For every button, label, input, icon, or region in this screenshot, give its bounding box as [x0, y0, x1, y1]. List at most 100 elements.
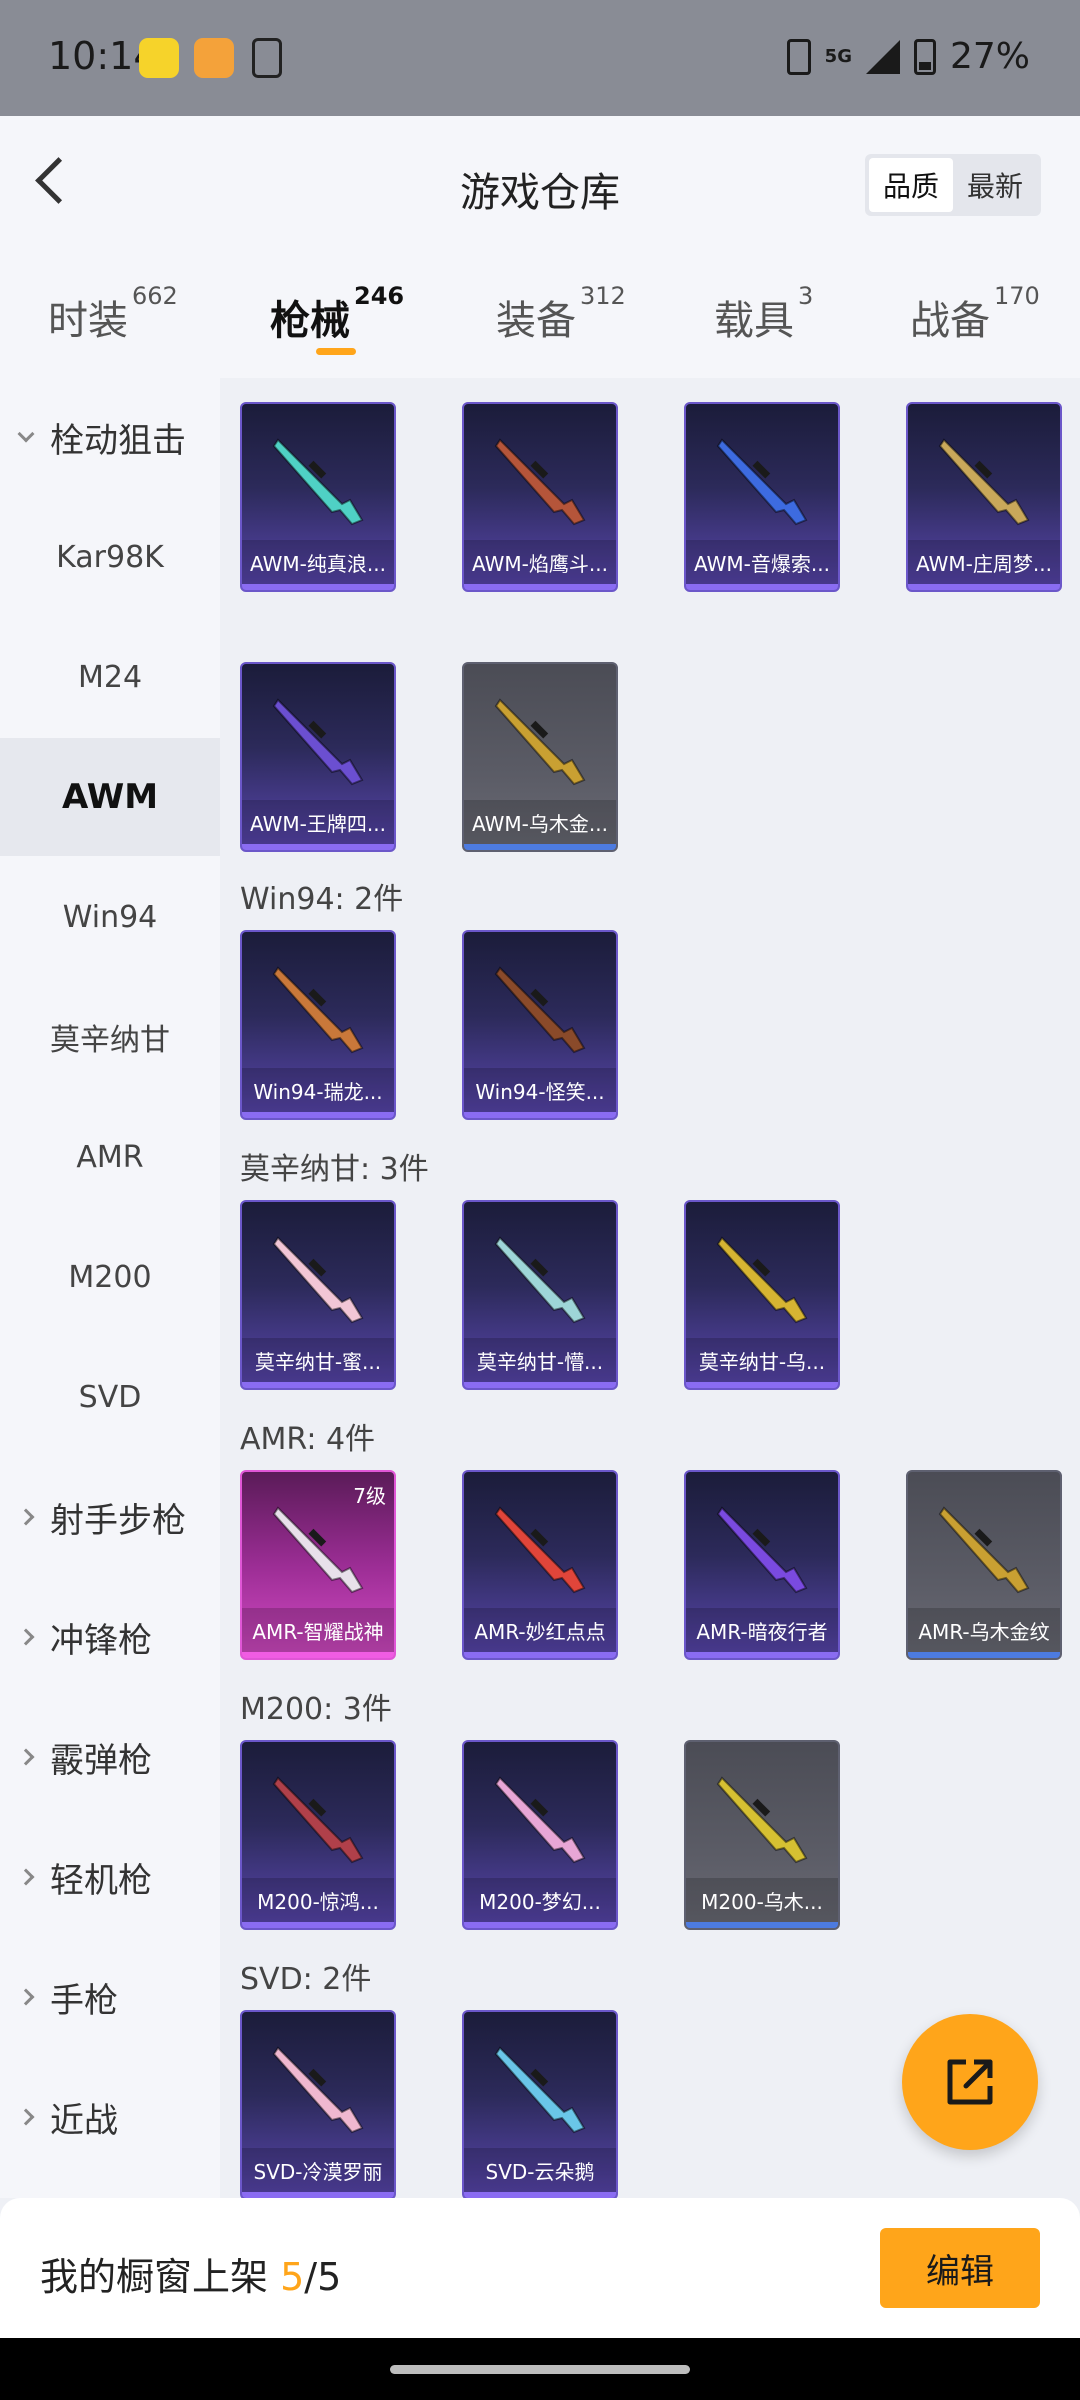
weapon-name: SVD-云朵鹅	[464, 2148, 616, 2192]
weapon-name: 莫辛纳甘-蜜...	[242, 1338, 394, 1382]
chevron-right-icon	[17, 1988, 35, 2006]
sidebar-item[interactable]: 轻机枪	[0, 1818, 220, 1936]
weapon-card[interactable]: SVD-云朵鹅	[462, 2010, 618, 2200]
weapon-card[interactable]: 7级 AMR-智耀战神	[240, 1470, 396, 1660]
chevron-right-icon	[17, 1748, 35, 1766]
rifle-icon	[938, 1506, 1030, 1594]
weapon-name: AMR-暗夜行者	[686, 1608, 838, 1652]
sidebar-item[interactable]: M200	[0, 1218, 220, 1336]
sidebar-item[interactable]: Win94	[0, 858, 220, 976]
rarity-bar	[464, 1112, 616, 1118]
sidebar-item-label: Win94	[62, 899, 158, 935]
edit-button[interactable]: 编辑	[880, 2228, 1040, 2308]
weapon-card[interactable]: Win94-怪笑...	[462, 930, 618, 1120]
tab-vehicles[interactable]: 载具3	[714, 282, 813, 346]
weapon-card[interactable]: M200-乌木...	[684, 1740, 840, 1930]
weapon-card[interactable]: AWM-焰鹰斗...	[462, 402, 618, 592]
sidebar-item-label: 射手步枪	[50, 1500, 186, 1541]
rifle-icon	[716, 1236, 808, 1324]
home-indicator[interactable]	[390, 2365, 690, 2374]
sidebar-item[interactable]: 近战	[0, 2058, 220, 2176]
sidebar-item[interactable]: 霰弹枪	[0, 1698, 220, 1816]
rarity-bar	[464, 1382, 616, 1388]
weapon-card[interactable]: AMR-暗夜行者	[684, 1470, 840, 1660]
tab-equipment[interactable]: 装备312	[496, 282, 626, 346]
weapon-card[interactable]: AWM-庄周梦...	[906, 402, 1062, 592]
sidebar-item[interactable]: 莫辛纳甘	[0, 978, 220, 1096]
rarity-bar	[242, 844, 394, 850]
showcase-label: 我的橱窗上架 5/5	[40, 2255, 342, 2299]
weapon-name: SVD-冷漠罗丽	[242, 2148, 394, 2192]
sidebar-item[interactable]: 手枪	[0, 1938, 220, 2056]
active-tab-indicator	[316, 348, 356, 355]
rifle-icon	[716, 1506, 808, 1594]
rarity-bar	[686, 1652, 838, 1658]
sidebar-item-label: 轻机枪	[50, 1860, 152, 1901]
sidebar-item[interactable]: AMR	[0, 1098, 220, 1216]
weapon-name: M200-惊鸿...	[242, 1878, 394, 1922]
sidebar-item-label: 手枪	[50, 1980, 118, 2021]
sidebar-item-label: 霰弹枪	[50, 1740, 152, 1781]
section-label: AMR: 4件	[240, 1422, 376, 1457]
weapon-card[interactable]: AMR-乌木金纹	[906, 1470, 1062, 1660]
status-right: 5G 27%	[786, 36, 1030, 77]
rarity-bar	[242, 584, 394, 590]
weapon-card[interactable]: AWM-音爆索...	[684, 402, 840, 592]
sidebar-item[interactable]: AWM	[0, 738, 220, 856]
sort-newest-option[interactable]: 最新	[953, 158, 1037, 212]
status-bar: 10:14 5G 27%	[0, 0, 1080, 116]
share-button[interactable]	[902, 2014, 1038, 2150]
screen-rotate-icon	[252, 38, 282, 78]
sidebar-item-label: 莫辛纳甘	[50, 1023, 170, 1058]
sort-toggle: 品质 最新	[865, 154, 1041, 216]
rifle-icon	[494, 438, 586, 526]
weapon-card[interactable]: AMR-妙红点点	[462, 1470, 618, 1660]
weapon-card[interactable]: 莫辛纳甘-懵...	[462, 1200, 618, 1390]
sidebar-item[interactable]: SVD	[0, 1338, 220, 1456]
category-tabs: 时装662 枪械246 装备312 载具3 战备170	[0, 256, 1080, 378]
sidebar-item-label: SVD	[78, 1379, 142, 1415]
weapon-card[interactable]: AWM-王牌四...	[240, 662, 396, 852]
system-nav-bar	[0, 2338, 1080, 2400]
sidebar-item[interactable]: 栓动狙击	[0, 378, 220, 496]
sidebar-item[interactable]: 射手步枪	[0, 1458, 220, 1576]
showcase-count: 5	[280, 2255, 305, 2299]
weapon-card[interactable]: SVD-冷漠罗丽	[240, 2010, 396, 2200]
weapon-card[interactable]: M200-梦幻...	[462, 1740, 618, 1930]
sort-quality-option[interactable]: 品质	[869, 158, 953, 212]
sidebar-item[interactable]: M24	[0, 618, 220, 736]
weapon-name: AWM-乌木金...	[464, 800, 616, 844]
weapon-card[interactable]: M200-惊鸿...	[240, 1740, 396, 1930]
weapon-card[interactable]: 莫辛纳甘-蜜...	[240, 1200, 396, 1390]
rarity-bar	[464, 584, 616, 590]
rifle-icon	[494, 1776, 586, 1864]
section-label: 莫辛纳甘: 3件	[240, 1152, 429, 1187]
weapon-card[interactable]: AWM-乌木金...	[462, 662, 618, 852]
sidebar-item-label: M24	[77, 659, 143, 695]
rifle-icon	[494, 1506, 586, 1594]
weapon-name: Win94-怪笑...	[464, 1068, 616, 1112]
weapon-card[interactable]: AWM-纯真浪...	[240, 402, 396, 592]
rarity-bar	[686, 1922, 838, 1928]
rifle-icon	[272, 1506, 364, 1594]
rifle-icon	[494, 1236, 586, 1324]
rifle-icon	[938, 438, 1030, 526]
chevron-right-icon	[17, 1508, 35, 1526]
weapon-name: 莫辛纳甘-乌...	[686, 1338, 838, 1382]
sidebar-item[interactable]: 冲锋枪	[0, 1578, 220, 1696]
rifle-icon	[494, 966, 586, 1054]
tab-fashion[interactable]: 时装662	[48, 282, 178, 346]
rarity-bar	[464, 1922, 616, 1928]
weapon-name: M200-乌木...	[686, 1878, 838, 1922]
tab-supplies[interactable]: 战备170	[910, 282, 1040, 346]
weapon-card[interactable]: 莫辛纳甘-乌...	[684, 1200, 840, 1390]
weapon-card[interactable]: Win94-瑞龙...	[240, 930, 396, 1120]
weapon-name: AWM-音爆索...	[686, 540, 838, 584]
weapon-name: AWM-庄周梦...	[908, 540, 1060, 584]
weapon-name: AMR-智耀战神	[242, 1608, 394, 1652]
weapon-type-sidebar: 栓动狙击 Kar98K M24 AWM Win94 莫辛纳甘 AMR M200 SVD 射手步枪冲…	[0, 378, 220, 2198]
sidebar-item[interactable]: Kar98K	[0, 498, 220, 616]
tab-weapons[interactable]: 枪械246	[270, 282, 404, 346]
rifle-icon	[716, 1776, 808, 1864]
weapon-name: AMR-妙红点点	[464, 1608, 616, 1652]
